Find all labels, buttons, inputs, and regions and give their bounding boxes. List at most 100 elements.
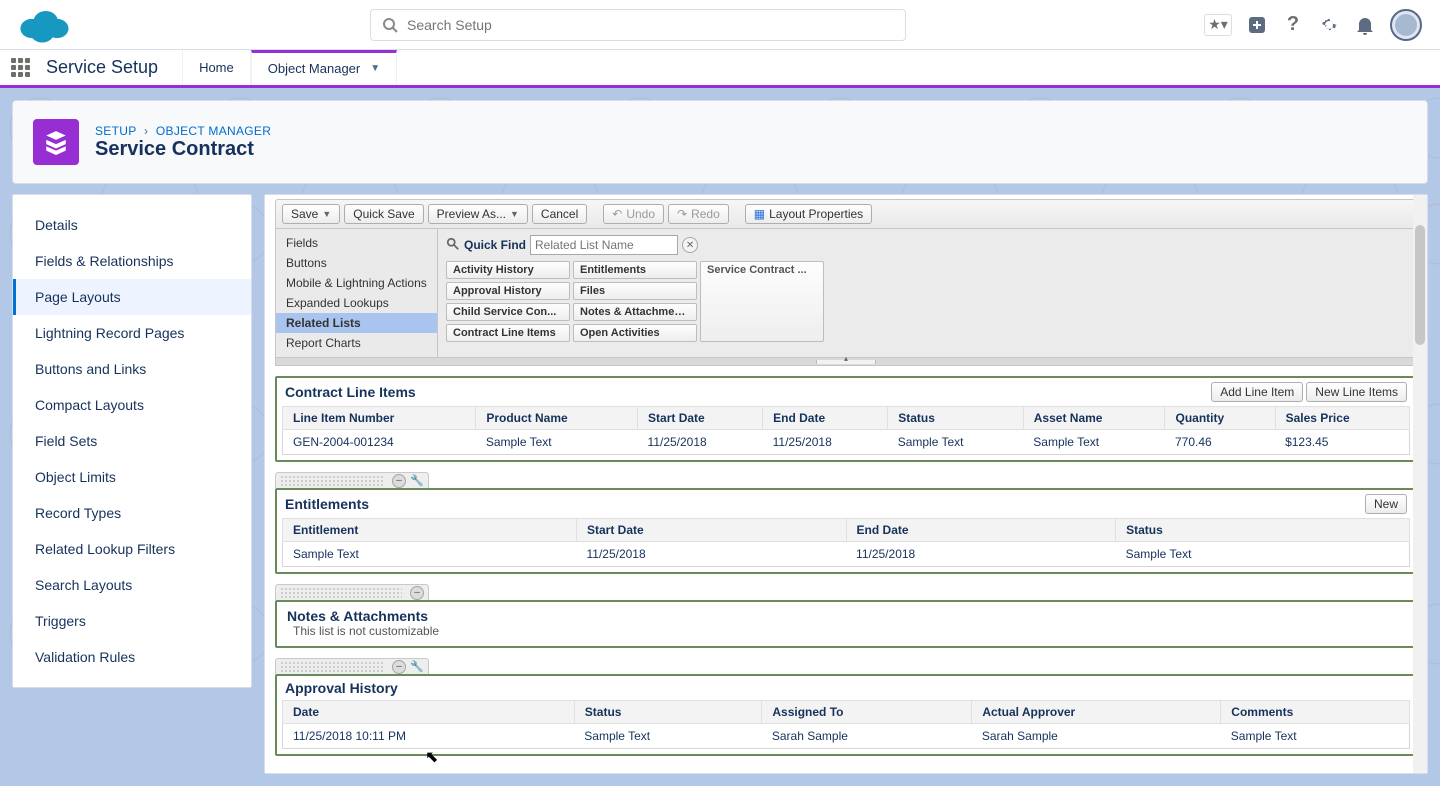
chip-entitlements[interactable]: Entitlements [573,261,697,279]
cancel-button[interactable]: Cancel [532,204,587,224]
quickfind-label: Quick Find [464,238,526,252]
new-line-items-button[interactable]: New Line Items [1306,382,1407,402]
rl-approval-title: Approval History [285,680,398,696]
sidebar-item-fields[interactable]: Fields & Relationships [13,243,251,279]
scrollbar[interactable] [1413,195,1427,773]
properties-icon: ▦ [754,207,765,221]
gear-icon[interactable] [1318,14,1340,36]
quickfind-row: Quick Find ✕ [446,235,1408,255]
table-row: GEN-2004-001234 Sample Text 11/25/2018 1… [283,430,1410,455]
sidebar-item-buttons-links[interactable]: Buttons and Links [13,351,251,387]
sidebar-item-details[interactable]: Details [13,207,251,243]
quick-save-button[interactable]: Quick Save [344,204,423,224]
save-button[interactable]: Save▼ [282,204,340,224]
chip-files[interactable]: Files [573,282,697,300]
tab-om-label: Object Manager [268,61,361,76]
chip-notes[interactable]: Notes & Attachments [573,303,697,321]
rl-cli-title: Contract Line Items [285,384,416,400]
chevron-down-icon: ▼ [370,63,380,74]
table-row: 11/25/2018 10:11 PM Sample Text Sarah Sa… [283,724,1410,749]
breadcrumb-object-manager[interactable]: OBJECT MANAGER [156,124,271,138]
sidebar-item-validation[interactable]: Validation Rules [13,639,251,675]
quickfind-input[interactable] [530,235,678,255]
sidebar-item-lookup-filters[interactable]: Related Lookup Filters [13,531,251,567]
sidebar-item-limits[interactable]: Object Limits [13,459,251,495]
editor-toolbar: Save▼ Quick Save Preview As...▼ Cancel ↶… [275,199,1417,229]
redo-button[interactable]: ↷Redo [668,204,729,224]
favorites-icon[interactable]: ★▾ [1204,14,1232,36]
pcat-related-lists[interactable]: Related Lists [276,313,437,333]
wrench-icon[interactable]: 🔧 [410,474,424,488]
rl-ent-title: Entitlements [285,496,369,512]
global-header: ★▾ ? [0,0,1440,50]
pcat-lookups[interactable]: Expanded Lookups [276,293,437,313]
pcat-report-charts[interactable]: Report Charts [276,333,437,353]
new-entitlement-button[interactable]: New [1365,494,1407,514]
rl-notes-handle[interactable]: – [275,584,429,600]
table-row: Sample Text 11/25/2018 11/25/2018 Sample… [283,542,1410,567]
sidebar-item-record-types[interactable]: Record Types [13,495,251,531]
object-sidebar: Details Fields & Relationships Page Layo… [12,194,252,688]
chip-service-contract[interactable]: Service Contract ... [700,261,824,342]
global-actions: ★▾ ? [1204,9,1422,41]
palette-collapse-handle[interactable] [275,358,1417,366]
magnifier-icon [446,237,460,254]
avatar[interactable] [1390,9,1422,41]
rl-contract-line-items: Contract Line Items Add Line Item New Li… [275,376,1417,462]
palette-categories: Fields Buttons Mobile & Lightning Action… [276,229,438,357]
sidebar-item-page-layouts[interactable]: Page Layouts [13,279,251,315]
global-search [370,9,906,41]
pcat-mobile[interactable]: Mobile & Lightning Actions [276,273,437,293]
search-icon [382,17,398,36]
rl-approval-table: Date Status Assigned To Actual Approver … [282,700,1410,749]
undo-icon: ↶ [612,207,622,221]
wrench-icon[interactable]: 🔧 [410,660,424,674]
object-icon [33,119,79,165]
bell-icon[interactable] [1354,14,1376,36]
remove-icon[interactable]: – [392,660,406,674]
sidebar-item-fieldsets[interactable]: Field Sets [13,423,251,459]
rl-ent-table: Entitlement Start Date End Date Status S… [282,518,1410,567]
add-icon[interactable] [1246,14,1268,36]
remove-icon[interactable]: – [410,586,424,600]
sidebar-item-search-layouts[interactable]: Search Layouts [13,567,251,603]
chip-approval-history[interactable]: Approval History [446,282,570,300]
page-header: SETUP › OBJECT MANAGER Service Contract [12,100,1428,184]
sidebar-item-compact[interactable]: Compact Layouts [13,387,251,423]
redo-icon: ↷ [677,207,687,221]
undo-button[interactable]: ↶Undo [603,204,664,224]
breadcrumb: SETUP › OBJECT MANAGER [95,124,271,138]
layout-properties-button[interactable]: ▦Layout Properties [745,204,872,224]
add-line-item-button[interactable]: Add Line Item [1211,382,1303,402]
chip-open-activities[interactable]: Open Activities [573,324,697,342]
sidebar-item-triggers[interactable]: Triggers [13,603,251,639]
app-launcher-icon[interactable] [0,58,40,77]
palette: Fields Buttons Mobile & Lightning Action… [275,229,1417,358]
chip-activity-history[interactable]: Activity History [446,261,570,279]
chip-cli[interactable]: Contract Line Items [446,324,570,342]
rl-notes-sub: This list is not customizable [293,624,1405,638]
pcat-fields[interactable]: Fields [276,233,437,253]
rl-notes-title: Notes & Attachments [287,608,1405,624]
tab-home-label: Home [199,60,234,75]
tab-object-manager[interactable]: Object Manager ▼ [251,50,397,85]
page-title: Service Contract [95,138,271,161]
context-bar: Service Setup Home Object Manager ▼ [0,50,1440,88]
rl-approval-handle[interactable]: – 🔧 [275,658,429,674]
rl-entitlements: – 🔧 Entitlements New Entitlement Start D… [275,472,1417,574]
preview-as-button[interactable]: Preview As...▼ [428,204,528,224]
rl-ent-handle[interactable]: – 🔧 [275,472,429,488]
pcat-buttons[interactable]: Buttons [276,253,437,273]
search-input[interactable] [370,9,906,41]
rl-cli-table: Line Item Number Product Name Start Date… [282,406,1410,455]
quickfind-clear-icon[interactable]: ✕ [682,237,698,253]
chip-child-svc[interactable]: Child Service Con... [446,303,570,321]
layout-editor: Save▼ Quick Save Preview As...▼ Cancel ↶… [264,194,1428,774]
salesforce-logo [16,5,72,45]
tab-home[interactable]: Home [182,50,251,85]
breadcrumb-setup[interactable]: SETUP [95,124,136,138]
rl-notes: – Notes & Attachments This list is not c… [275,584,1417,648]
help-icon[interactable]: ? [1282,14,1304,36]
remove-icon[interactable]: – [392,474,406,488]
sidebar-item-lrp[interactable]: Lightning Record Pages [13,315,251,351]
